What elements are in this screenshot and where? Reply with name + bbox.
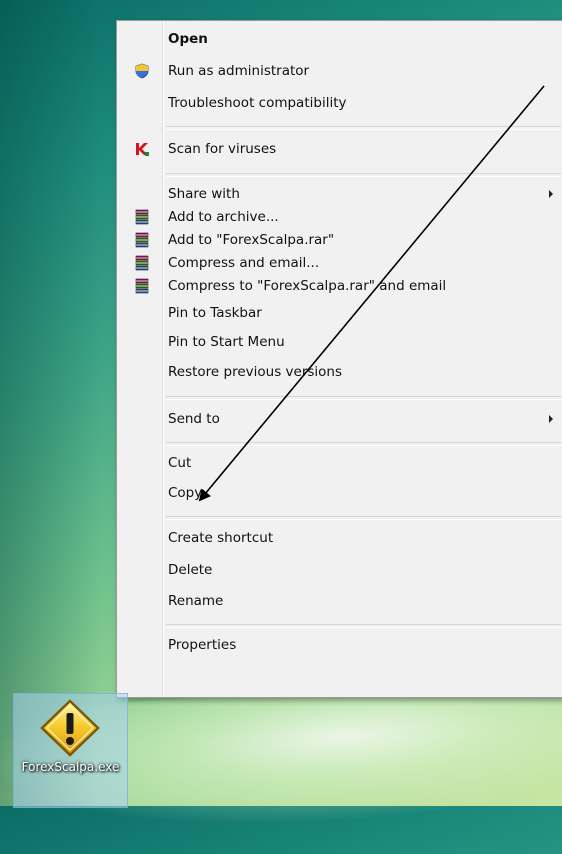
arrow-pointer-icon xyxy=(198,85,545,502)
